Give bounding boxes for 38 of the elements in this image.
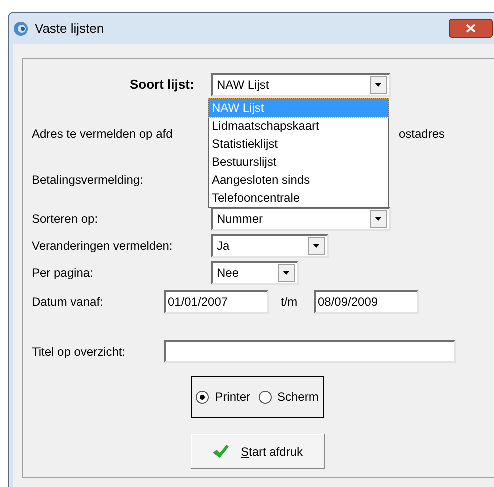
dropdown-option[interactable]: Aangesloten sinds bbox=[209, 171, 388, 189]
close-icon bbox=[466, 24, 476, 33]
field-label: t/m bbox=[281, 294, 299, 311]
field-label: Betalingsvermelding: bbox=[32, 172, 144, 189]
close-button[interactable] bbox=[449, 19, 493, 38]
check-icon bbox=[212, 444, 229, 458]
dropdown-button[interactable] bbox=[278, 264, 295, 282]
field-label: Soort lijst: bbox=[130, 76, 196, 94]
field-label: Per pagina: bbox=[32, 265, 94, 282]
window-title: Vaste lijsten bbox=[35, 20, 104, 38]
dropdown-button[interactable] bbox=[370, 76, 387, 94]
dropdown-option[interactable]: Bestuurslijst bbox=[209, 153, 388, 171]
field-label: Sorteren op: bbox=[32, 211, 100, 228]
list-type-dropdown[interactable]: NAW Lijst bbox=[211, 73, 391, 97]
dropdown-field[interactable]: Ja bbox=[211, 234, 329, 258]
dropdown-option[interactable]: Statistieklijst bbox=[209, 135, 388, 153]
field-label: Titel op overzicht: bbox=[32, 344, 127, 360]
field-label: Adres te vermelden op afd bbox=[32, 126, 173, 143]
caret-icon bbox=[313, 244, 320, 248]
caret-icon bbox=[375, 83, 382, 87]
radio-button[interactable]: Scherm bbox=[258, 388, 319, 406]
dropdown-field[interactable]: Nee bbox=[211, 261, 299, 285]
caret-icon bbox=[283, 271, 290, 275]
field-label: Datum vanaf: bbox=[32, 294, 104, 311]
app-logo-icon bbox=[13, 20, 29, 36]
field-label: ostadres bbox=[398, 126, 445, 143]
date-field[interactable]: 01/01/2007 bbox=[164, 290, 269, 314]
dropdown-button[interactable] bbox=[308, 237, 325, 255]
dropdown-option[interactable]: Lidmaatschapskaart bbox=[209, 117, 388, 135]
field-label: Veranderingen vermelden: bbox=[32, 238, 174, 255]
radio-button[interactable]: Printer bbox=[196, 388, 250, 406]
dropdown-option[interactable]: Telefooncentrale bbox=[209, 189, 388, 207]
dropdown-button[interactable] bbox=[370, 210, 387, 228]
date-field[interactable]: 08/09/2009 bbox=[314, 290, 419, 314]
dropdown-field[interactable]: Nummer bbox=[211, 207, 391, 231]
start-print-button[interactable]: Start afdruk bbox=[190, 434, 324, 469]
input-field[interactable] bbox=[164, 340, 456, 363]
caret-icon bbox=[375, 217, 382, 221]
